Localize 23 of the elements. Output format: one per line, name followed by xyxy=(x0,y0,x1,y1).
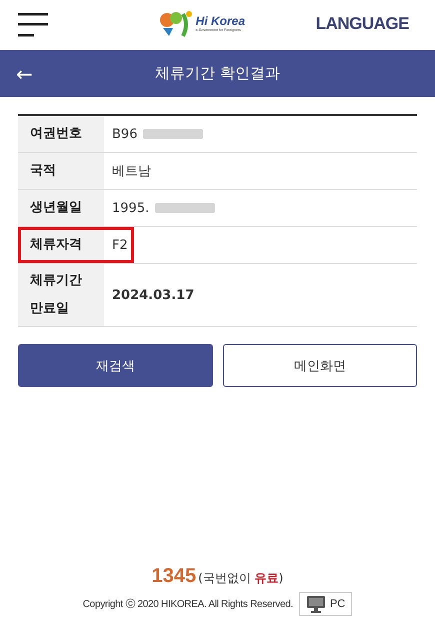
menu-icon[interactable] xyxy=(18,12,48,38)
page-title: 체류기간 확인결과 xyxy=(155,64,280,83)
monitor-icon xyxy=(306,595,326,613)
value-cell-text: 베트남 xyxy=(111,163,152,181)
logo-icon xyxy=(158,10,195,38)
action-button[interactable]: 메인화면 xyxy=(222,344,417,387)
value-cell-text: B96 xyxy=(111,126,138,144)
value-cell-text: 1995. xyxy=(111,200,150,218)
pc-button[interactable]: PC xyxy=(298,592,352,616)
value-cell-text: 2024.03.17 xyxy=(111,286,196,304)
phone-note: (국번없이 유료) xyxy=(198,570,284,587)
label-cell: 국적 xyxy=(18,153,104,189)
value-cell-text: F2 xyxy=(111,236,129,254)
label-cell: 체류자격 xyxy=(18,227,104,263)
label-cell: 생년월일 xyxy=(18,190,104,226)
action-button[interactable]: 재검색 xyxy=(18,344,212,387)
logo-text: Hi Korea xyxy=(196,15,246,28)
language-link[interactable]: LANGUAGE xyxy=(316,14,409,34)
copyright-text: Copyright ⓒ 2020 HIKOREA. All Rights Reserved. xyxy=(82,598,293,611)
back-button[interactable]: ← xyxy=(16,64,33,84)
label-cell: 체류기간 만료일 xyxy=(18,264,104,326)
phone-number: 1345 xyxy=(152,565,196,588)
label-cell: 여권번호 xyxy=(18,116,104,152)
